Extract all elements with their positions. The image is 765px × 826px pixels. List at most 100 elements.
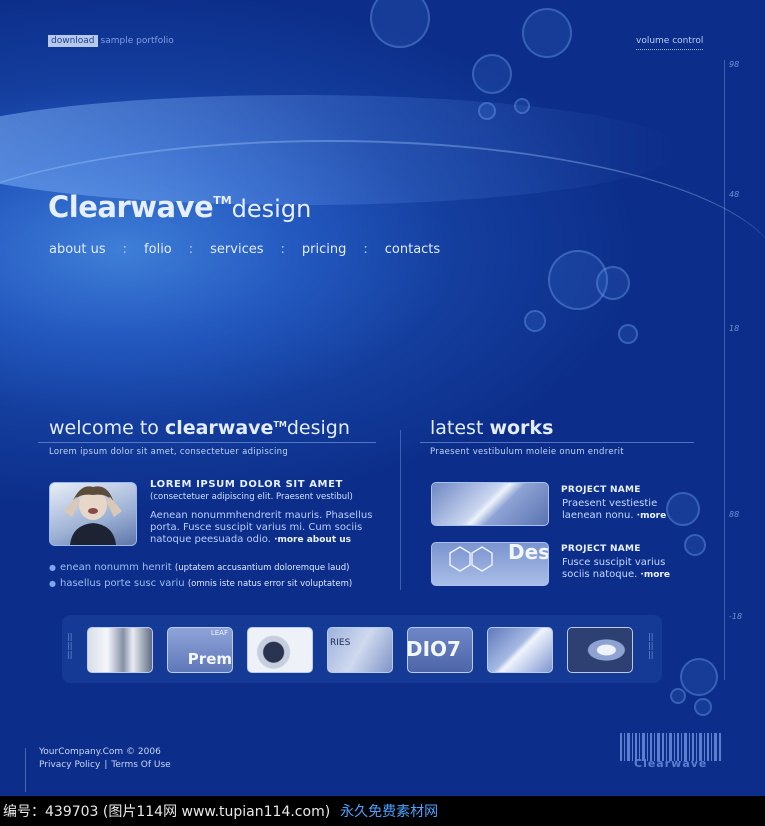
- welcome-bullets: ● enean nonumm henrit (uptatem accusantiu…: [49, 560, 352, 592]
- nav-about-us[interactable]: about us: [49, 242, 106, 257]
- more-label: more: [640, 511, 667, 521]
- bubble-decoration: [684, 534, 706, 556]
- bubble-decoration: [514, 98, 530, 114]
- column-divider: [400, 430, 401, 590]
- more-about-us-link[interactable]: ·more about us: [274, 535, 351, 545]
- bubble-decoration: [618, 324, 638, 344]
- barcode-logo: Clearwave: [620, 733, 724, 773]
- site-logo[interactable]: ClearwaveTMdesign: [48, 190, 311, 224]
- more-about-us-label: more about us: [277, 535, 352, 545]
- logo-tm: TM: [213, 194, 232, 207]
- bullet-icon: ●: [49, 579, 56, 588]
- nav-separator: :: [363, 242, 368, 257]
- ruler-mark: 48: [729, 190, 740, 199]
- nav-separator: :: [122, 242, 128, 257]
- intro-subheading: (consectetuer adipiscing elit. Praesent …: [150, 492, 353, 502]
- project-name[interactable]: PROJECT NAME: [561, 485, 641, 495]
- welcome-tm: TM: [273, 420, 287, 429]
- ruler-mark: -18: [729, 612, 743, 621]
- gallery-prev-dots[interactable]: || || ||: [67, 632, 72, 659]
- project-line: Praesent vestiestie: [562, 498, 658, 509]
- watermark-free-text: 永久免费素材网: [340, 804, 439, 820]
- top-links: download sample portfolio: [48, 35, 174, 47]
- bubble-decoration: [370, 0, 430, 48]
- project-line: Fusce suscipit varius: [562, 557, 666, 568]
- bubble-decoration: [666, 492, 700, 526]
- gallery-thumb-lens[interactable]: [87, 627, 153, 673]
- volume-control-link[interactable]: volume control: [636, 36, 704, 50]
- project-description: Praesent vestiestie laenean nonu. ·more: [562, 498, 666, 522]
- footer-line: [25, 748, 26, 792]
- bubble-decoration: [694, 698, 712, 716]
- works-title-pre: latest: [430, 417, 490, 439]
- bubble-decoration: [478, 102, 496, 120]
- gallery-thumb-studio[interactable]: DIO7: [407, 627, 473, 673]
- ruler-mark: 18: [729, 324, 740, 333]
- welcome-underline: [38, 442, 376, 443]
- intro-body: Aenean nonummhendrerit mauris. Phasellus…: [150, 510, 390, 546]
- works-underline: [420, 442, 694, 443]
- thumb-text: LEAF: [210, 629, 228, 637]
- list-item[interactable]: ● hasellus porte susc variu (omnis iste n…: [49, 576, 352, 592]
- download-link[interactable]: download: [48, 35, 98, 47]
- bubble-decoration: [524, 310, 546, 332]
- welcome-heading: welcome to clearwaveTMdesign: [49, 417, 350, 439]
- welcome-title-post: design: [286, 417, 350, 439]
- nav-separator: :: [188, 242, 194, 257]
- terms-of-use-link[interactable]: Terms Of Use: [111, 760, 170, 770]
- bullet-icon: ●: [49, 563, 56, 572]
- bubble-decoration: [680, 658, 718, 696]
- list-item[interactable]: ● enean nonumm henrit (uptatem accusantiu…: [49, 560, 352, 576]
- side-ruler: 98 48 18 88 -18: [724, 60, 745, 680]
- gallery-thumb-swoosh[interactable]: [487, 627, 553, 673]
- watermark-bar: 编号：439703 (图片114网 www.tupian114.com) 永久免费…: [0, 796, 765, 826]
- barcode-text: Clearwave: [634, 757, 708, 770]
- gallery-thumb-brochure[interactable]: LEAF Prem: [167, 627, 233, 673]
- bullet-text: hasellus porte susc variu: [59, 578, 185, 589]
- intro-heading: LOREM IPSUM DOLOR SIT AMET: [150, 479, 343, 490]
- footer-separator: |: [104, 760, 108, 770]
- project-thumbnail[interactable]: Des: [431, 542, 549, 586]
- works-heading: latest works: [430, 417, 553, 439]
- logo-brand: Clearwave: [48, 190, 214, 224]
- nav-separator: :: [280, 242, 285, 257]
- copyright-text: YourCompany.Com © 2006: [39, 747, 161, 757]
- bubble-decoration: [670, 688, 686, 704]
- gallery-thumb-shield[interactable]: [567, 627, 633, 673]
- project-more-link[interactable]: ·more: [634, 511, 667, 521]
- main-nav: about us : folio : services : pricing : …: [49, 242, 440, 257]
- more-label: more: [643, 570, 670, 580]
- privacy-policy-link[interactable]: Privacy Policy: [39, 760, 100, 770]
- gallery-thumb-spiral[interactable]: [247, 627, 313, 673]
- project-line: laenean nonu.: [562, 510, 634, 521]
- works-subtitle: Praesent vestibulum moleie onum endrerit: [430, 447, 624, 457]
- wave-line: [0, 140, 765, 402]
- thumb-text: Prem: [187, 650, 232, 668]
- thumb-text: DIO7: [407, 637, 461, 661]
- thumb-text: RIES: [330, 638, 351, 648]
- bullet-note: (uptatem accusantium doloremque laud): [174, 563, 350, 573]
- gallery-thumb-architecture[interactable]: RIES: [327, 627, 393, 673]
- nav-services[interactable]: services: [210, 242, 263, 257]
- project-more-link[interactable]: ·more: [637, 570, 670, 580]
- welcome-title-bold: clearwave: [164, 417, 274, 439]
- bubble-decoration: [522, 8, 572, 58]
- nav-pricing[interactable]: pricing: [302, 242, 346, 257]
- nav-contacts[interactable]: contacts: [385, 242, 440, 257]
- welcome-title-pre: welcome to: [49, 417, 165, 439]
- works-title-bold: works: [489, 417, 554, 439]
- watermark-text: 编号：439703 (图片114网 www.tupian114.com): [3, 804, 331, 820]
- project-thumbnail[interactable]: [431, 482, 549, 526]
- project-description: Fusce suscipit varius sociis natoque. ·m…: [562, 557, 670, 581]
- footer: YourCompany.Com © 2006 Privacy Policy | Te…: [39, 746, 171, 772]
- project-name[interactable]: PROJECT NAME: [561, 544, 641, 554]
- bullet-note: (omnis iste natus error sit voluptatem): [187, 579, 353, 589]
- bubble-decoration: [472, 54, 512, 94]
- bubble-decoration: [596, 266, 630, 300]
- welcome-subtitle: Lorem ipsum dolor sit amet, consectetuer…: [49, 447, 289, 457]
- nav-folio[interactable]: folio: [144, 242, 172, 257]
- gallery-next-dots[interactable]: || || ||: [648, 632, 653, 659]
- ruler-mark: 98: [729, 60, 740, 69]
- project-line: sociis natoque.: [562, 569, 638, 580]
- sample-portfolio-link[interactable]: sample portfolio: [101, 36, 174, 46]
